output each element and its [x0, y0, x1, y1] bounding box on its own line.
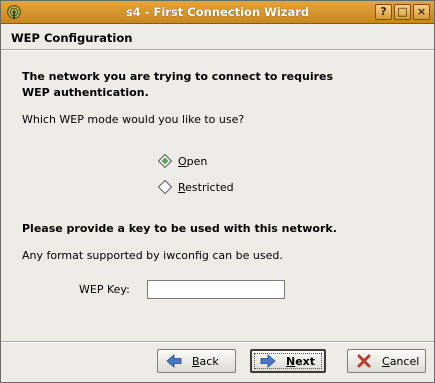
wep-key-input[interactable] [147, 280, 285, 299]
intro-text: The network you are trying to connect to… [22, 70, 334, 99]
radio-restricted-label[interactable]: Restricted [178, 181, 234, 194]
header-separator [1, 49, 434, 51]
help-icon: ? [380, 5, 387, 18]
page-title: WEP Configuration [11, 31, 133, 45]
key-prompt: Please provide a key to be used with thi… [22, 222, 337, 235]
radio-open-label[interactable]: Open [178, 155, 207, 168]
radio-unselected-icon[interactable] [158, 180, 172, 194]
cancel-button-label: Cancel [382, 354, 420, 368]
wep-key-label: WEP Key: [79, 283, 130, 296]
wizard-window: s4 - First Connection Wizard ? □ × WEP C… [0, 0, 435, 383]
window-title: s4 - First Connection Wizard [125, 5, 310, 19]
footer-separator [1, 341, 434, 343]
radio-restricted[interactable]: Restricted [158, 179, 234, 195]
back-button-label: Back [192, 354, 219, 368]
close-icon: × [416, 5, 427, 18]
arrow-left-icon [166, 354, 182, 368]
title-bar[interactable]: s4 - First Connection Wizard ? □ × [1, 1, 434, 24]
radio-open[interactable]: Open [158, 153, 207, 169]
next-button[interactable]: Next [250, 349, 326, 373]
radio-selected-icon[interactable] [158, 154, 172, 168]
cancel-x-icon [357, 354, 371, 368]
close-button[interactable]: × [413, 4, 430, 20]
cancel-button[interactable]: Cancel [347, 349, 426, 373]
key-hint: Any format supported by iwconfig can be … [22, 249, 283, 262]
maximize-button[interactable]: □ [394, 4, 411, 20]
wep-mode-question: Which WEP mode would you like to use? [22, 113, 245, 126]
maximize-icon: □ [397, 5, 408, 18]
focus-ring [254, 353, 322, 369]
back-button[interactable]: Back [157, 349, 236, 373]
help-button[interactable]: ? [375, 4, 392, 20]
